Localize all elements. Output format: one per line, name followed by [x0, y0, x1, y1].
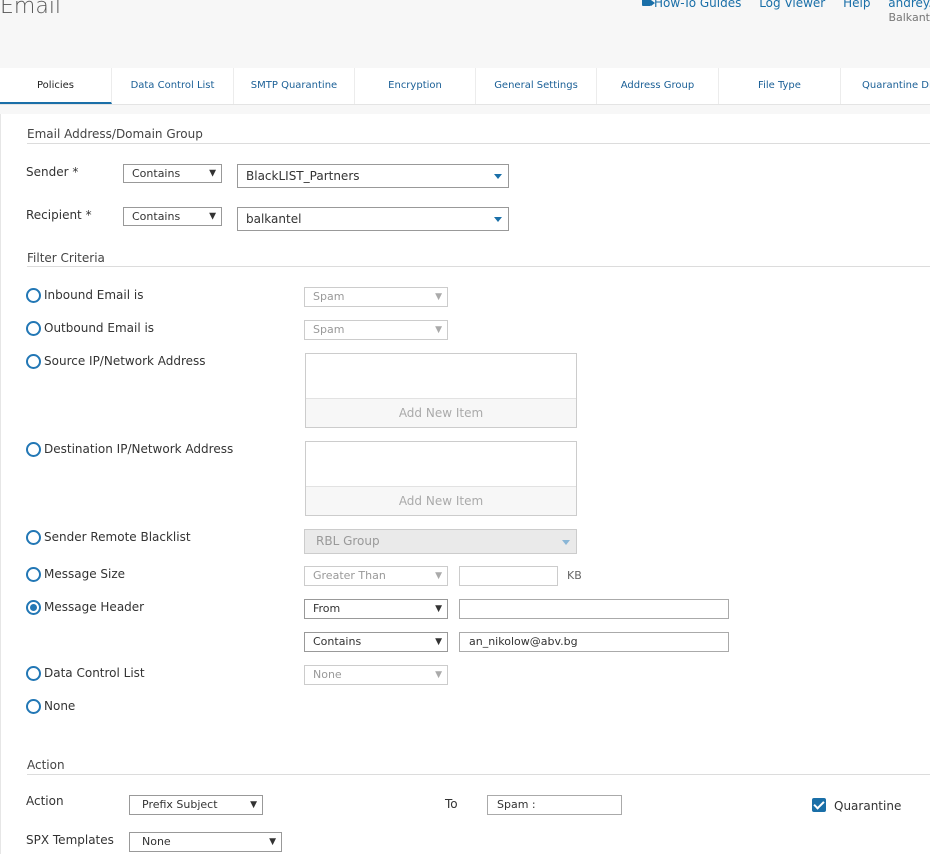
dropdown-arrow-icon: ▼: [269, 837, 276, 847]
dropdown-arrow-icon: [562, 539, 570, 545]
radio-message-size[interactable]: [26, 567, 41, 582]
message-header-field-input[interactable]: [459, 599, 729, 619]
inbound-email-select[interactable]: Spam ▼: [304, 287, 448, 307]
radio-message-header[interactable]: [26, 600, 41, 615]
section-title-address-group: Email Address/Domain Group: [27, 127, 203, 141]
spx-templates-label: SPX Templates: [26, 833, 114, 847]
section-divider: [27, 143, 930, 144]
action-select[interactable]: Prefix Subject ▼: [129, 795, 263, 815]
message-size-operator-select[interactable]: Greater Than ▼: [304, 566, 448, 586]
dropdown-arrow-icon: ▼: [435, 292, 442, 302]
action-label: Action: [26, 794, 64, 808]
radio-data-control-list[interactable]: [26, 666, 41, 681]
tab-quarantine-digest[interactable]: Quarantine Dig: [841, 68, 930, 104]
sender-operator-select[interactable]: Contains ▼: [123, 164, 222, 183]
dropdown-arrow-icon: [494, 217, 502, 222]
dropdown-arrow-icon: ▼: [435, 637, 442, 647]
message-size-unit: KB: [567, 569, 582, 582]
sender-remote-blacklist-label: Sender Remote Blacklist: [44, 530, 191, 544]
tab-policies[interactable]: Policies: [0, 68, 112, 104]
recipient-label: Recipient *: [26, 208, 92, 222]
quarantine-label: Quarantine: [834, 799, 902, 813]
destination-ip-add-item-button[interactable]: Add New Item: [306, 486, 576, 515]
tab-address-group[interactable]: Address Group: [597, 68, 719, 104]
to-label: To: [445, 797, 458, 811]
tab-encryption[interactable]: Encryption: [355, 68, 476, 104]
radio-inbound-email[interactable]: [26, 288, 41, 303]
help-link[interactable]: Help: [843, 0, 870, 10]
sender-group-select[interactable]: BlackLIST_Partners: [237, 164, 509, 188]
destination-ip-list[interactable]: Add New Item: [305, 441, 577, 516]
dropdown-arrow-icon: ▼: [435, 670, 442, 680]
page-title: Email: [0, 0, 62, 19]
tab-bar: Policies Data Control List SMTP Quaranti…: [0, 68, 930, 105]
message-size-label: Message Size: [44, 567, 126, 581]
tab-file-type[interactable]: File Type: [719, 68, 841, 104]
dropdown-arrow-icon: ▼: [435, 571, 442, 581]
message-header-operator-select[interactable]: Contains ▼: [304, 632, 448, 652]
section-divider: [27, 774, 930, 775]
log-viewer-link[interactable]: Log Viewer: [759, 0, 825, 10]
message-size-input[interactable]: [459, 566, 558, 586]
recipient-group-select[interactable]: balkantel: [237, 207, 509, 231]
tab-data-control-list[interactable]: Data Control List: [112, 68, 234, 104]
rbl-group-select[interactable]: RBL Group: [304, 529, 577, 554]
destination-ip-label: Destination IP/Network Address: [44, 442, 234, 456]
message-header-value-input[interactable]: an_nikolow@abv.bg: [459, 632, 729, 652]
sender-label: Sender *: [26, 165, 79, 179]
none-label: None: [44, 699, 76, 713]
prefix-subject-input[interactable]: Spam :: [487, 795, 622, 815]
radio-sender-remote-blacklist[interactable]: [26, 530, 41, 545]
top-links: How-To Guides Log Viewer Help andrey.nik: [628, 0, 930, 10]
organization-name: Balkant: [888, 11, 930, 24]
section-divider: [27, 266, 930, 267]
message-header-label: Message Header: [44, 600, 145, 614]
tab-smtp-quarantine[interactable]: SMTP Quarantine: [234, 68, 355, 104]
dropdown-arrow-icon: ▼: [209, 211, 216, 221]
how-to-guides-link[interactable]: How-To Guides: [642, 0, 741, 10]
radio-source-ip[interactable]: [26, 354, 41, 369]
dropdown-arrow-icon: ▼: [209, 168, 216, 178]
quarantine-checkbox[interactable]: [812, 798, 826, 812]
data-control-list-label: Data Control List: [44, 666, 145, 680]
section-title-action: Action: [27, 758, 65, 772]
inbound-email-label: Inbound Email is: [44, 288, 144, 302]
section-title-filter-criteria: Filter Criteria: [27, 251, 105, 265]
message-header-field-select[interactable]: From ▼: [304, 599, 448, 619]
source-ip-add-item-button[interactable]: Add New Item: [306, 398, 576, 427]
source-ip-list[interactable]: Add New Item: [305, 353, 577, 428]
source-ip-label: Source IP/Network Address: [44, 354, 206, 368]
outbound-email-select[interactable]: Spam ▼: [304, 320, 448, 340]
outbound-email-label: Outbound Email is: [44, 321, 155, 335]
video-camera-icon: [642, 0, 656, 6]
data-control-list-select[interactable]: None ▼: [304, 665, 448, 685]
spx-templates-select[interactable]: None ▼: [129, 832, 282, 852]
dropdown-arrow-icon: ▼: [435, 604, 442, 614]
radio-outbound-email[interactable]: [26, 321, 41, 336]
dropdown-arrow-icon: ▼: [250, 800, 257, 810]
dropdown-arrow-icon: [494, 174, 502, 179]
user-menu-link[interactable]: andrey.nik: [888, 0, 930, 10]
radio-destination-ip[interactable]: [26, 442, 41, 457]
dropdown-arrow-icon: ▼: [435, 325, 442, 335]
radio-none[interactable]: [26, 699, 41, 714]
tab-general-settings[interactable]: General Settings: [476, 68, 597, 104]
recipient-operator-select[interactable]: Contains ▼: [123, 207, 222, 226]
